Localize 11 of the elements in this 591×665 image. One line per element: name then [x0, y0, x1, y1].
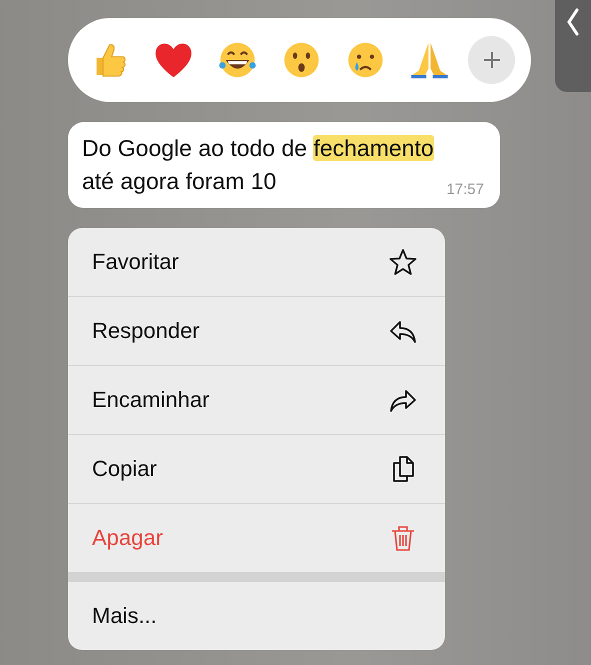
menu-item[interactable]: Encaminhar: [92, 387, 210, 413]
add-reaction-button[interactable]: [468, 36, 516, 84]
menu-item[interactable]: Mais...: [92, 603, 157, 629]
star-icon: [389, 248, 417, 276]
trash-icon: [389, 524, 417, 552]
menu-item[interactable]: Copiar: [92, 456, 157, 482]
menu-item[interactable]: Favoritar: [92, 249, 179, 275]
menu-item[interactable]: Responder: [92, 318, 200, 344]
back-chevron-icon[interactable]: [566, 8, 580, 36]
message-time: 17:57: [446, 181, 484, 198]
plus-icon: [482, 50, 502, 70]
